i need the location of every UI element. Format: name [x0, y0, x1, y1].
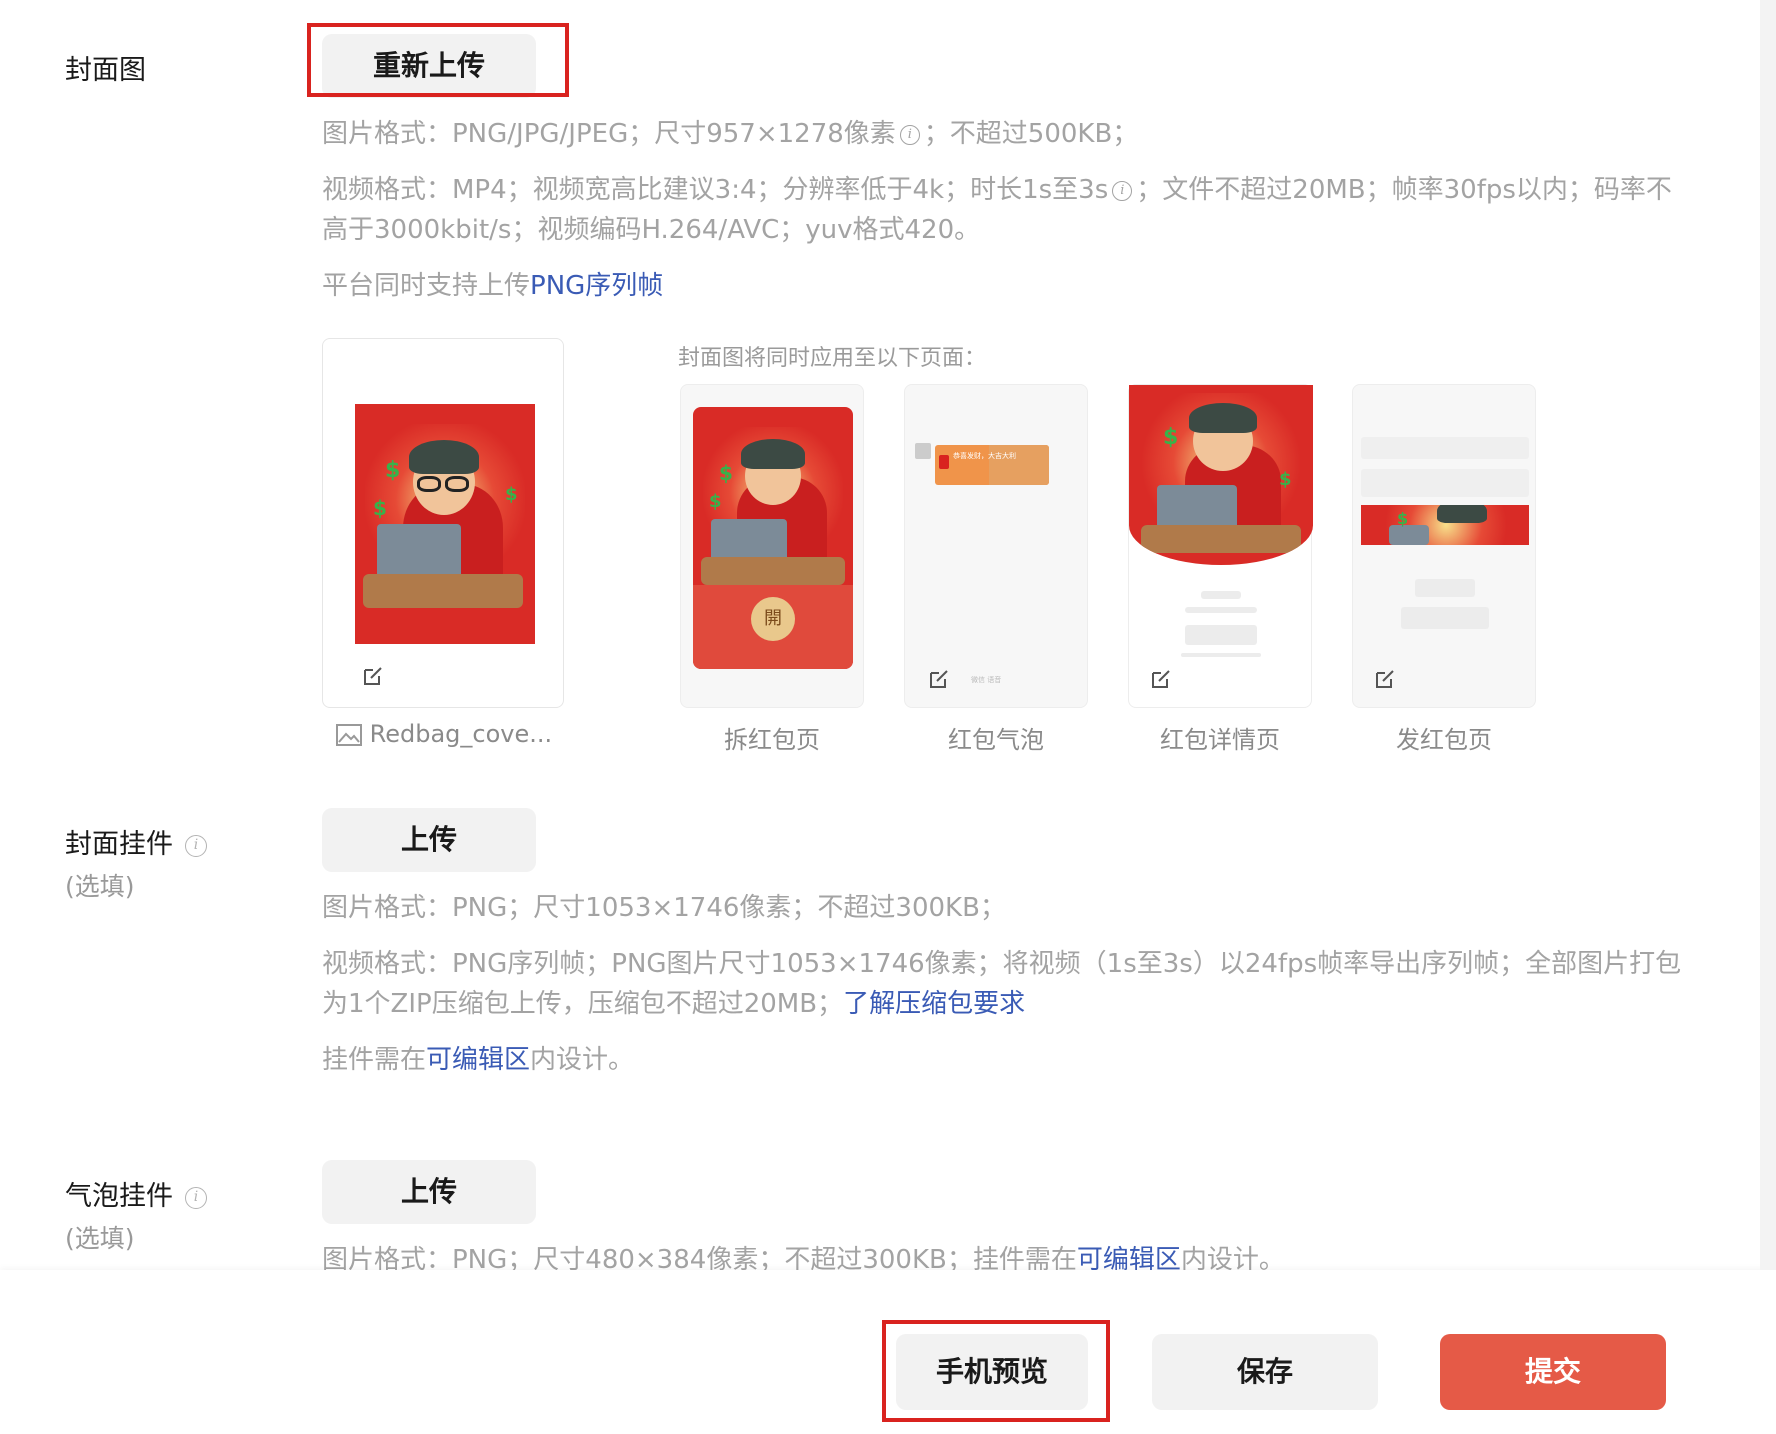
open-page-artwork: $ $ 開 — [693, 407, 853, 669]
editable-area-link[interactable]: 可编辑区 — [426, 1045, 530, 1075]
send-page-artwork: $ — [1361, 505, 1529, 545]
avatar — [915, 443, 931, 459]
bubble-text: 恭喜发财，大吉大利 — [953, 452, 1016, 460]
image-file-icon — [336, 724, 362, 746]
cover-pendant-label-text: 封面挂件 — [65, 829, 173, 860]
bottom-action-bar: 手机预览 保存 提交 — [0, 1270, 1776, 1434]
cover-video-hint-prefix: 视频格式：MP4；视频宽高比建议3:4；分辨率低于4k；时长1s至3s — [322, 175, 1109, 205]
preview-detail-page[interactable]: $ $ — [1128, 384, 1313, 708]
cover-image-hint-prefix: 图片格式：PNG/JPG/JPEG；尺寸957×1278像素 — [322, 119, 896, 149]
edit-icon[interactable] — [927, 667, 951, 691]
cover-pendant-optional: (选填) — [65, 872, 135, 901]
cover-png-hint: 平台同时支持上传PNG序列帧 — [322, 266, 1682, 306]
info-icon[interactable]: i — [185, 834, 207, 857]
uploaded-cover-card[interactable]: $ $ $ — [322, 338, 564, 708]
cover-label: 封面图 — [65, 48, 146, 87]
scrollbar[interactable] — [1760, 0, 1776, 1270]
preview-caption-send: 发红包页 — [1396, 726, 1492, 754]
bubble-input: 微信 语音 — [971, 676, 1002, 684]
cover-image-hint: 图片格式：PNG/JPG/JPEG；尺寸957×1278像素 i ；不超过500KB… — [322, 114, 1682, 154]
file-name: Redbag_cove... — [369, 720, 553, 748]
cover-video-hint: 视频格式：MP4；视频宽高比建议3:4；分辨率低于4k；时长1s至3s i ；文件不… — [322, 170, 1682, 250]
bubble-pendant-label: 气泡挂件 i (选填) — [65, 1174, 207, 1255]
preview-open-page[interactable]: $ $ 開 — [680, 384, 864, 708]
highlight-box-preview — [882, 1320, 1110, 1422]
png-sequence-link[interactable]: PNG序列帧 — [530, 271, 663, 301]
info-icon[interactable]: i — [899, 124, 920, 145]
bubble-pendant-upload-button[interactable]: 上传 — [322, 1160, 536, 1224]
apply-title: 封面图将同时应用至以下页面： — [678, 346, 987, 371]
cover-image-hint-suffix: ；不超过500KB； — [923, 119, 1139, 149]
bubble-pendant-optional: (选填) — [65, 1224, 135, 1253]
submit-button[interactable]: 提交 — [1440, 1334, 1666, 1410]
cover-label-text: 封面图 — [65, 55, 146, 86]
preview-caption-detail: 红包详情页 — [1160, 726, 1280, 754]
edit-icon[interactable] — [1373, 667, 1397, 691]
cover-pendant-edit-hint: 挂件需在可编辑区内设计。 — [322, 1040, 1682, 1080]
info-icon[interactable]: i — [185, 1186, 207, 1209]
bubble-pendant-label-text: 气泡挂件 — [65, 1181, 173, 1212]
zip-requirement-link[interactable]: 了解压缩包要求 — [843, 989, 1025, 1019]
cover-pendant-edit-hint-prefix: 挂件需在 — [322, 1045, 427, 1075]
cover-pendant-image-hint: 图片格式：PNG；尺寸1053×1746像素；不超过300KB； — [322, 893, 1006, 923]
preview-caption-bubble: 红包气泡 — [948, 726, 1044, 754]
cover-artwork: $ $ $ — [355, 404, 535, 644]
preview-bubble[interactable]: 恭喜发财，大吉大利 微信 语音 — [904, 384, 1088, 708]
detail-page-artwork: $ $ — [1129, 385, 1313, 565]
preview-send-page[interactable]: $ — [1352, 384, 1536, 708]
cover-pendant-edit-hint-suffix: 内设计。 — [530, 1045, 635, 1075]
cover-png-hint-prefix: 平台同时支持上传 — [322, 271, 531, 301]
cover-pendant-label: 封面挂件 i (选填) — [65, 822, 207, 903]
open-button-icon: 開 — [751, 597, 795, 641]
save-button[interactable]: 保存 — [1152, 1334, 1378, 1410]
preview-caption-open: 拆红包页 — [724, 726, 820, 754]
highlight-box-reupload — [307, 23, 569, 97]
cover-pendant-video-hint: 视频格式：PNG序列帧；PNG图片尺寸1053×1746像素；将视频（1s至3s… — [322, 944, 1682, 1024]
edit-icon[interactable] — [361, 664, 385, 688]
info-icon[interactable]: i — [1112, 180, 1133, 201]
file-name-row: Redbag_cove... — [336, 720, 566, 748]
bubble-sample: 恭喜发财，大吉大利 — [935, 445, 1049, 485]
cover-pendant-upload-button[interactable]: 上传 — [322, 808, 536, 872]
edit-icon[interactable] — [1149, 667, 1173, 691]
